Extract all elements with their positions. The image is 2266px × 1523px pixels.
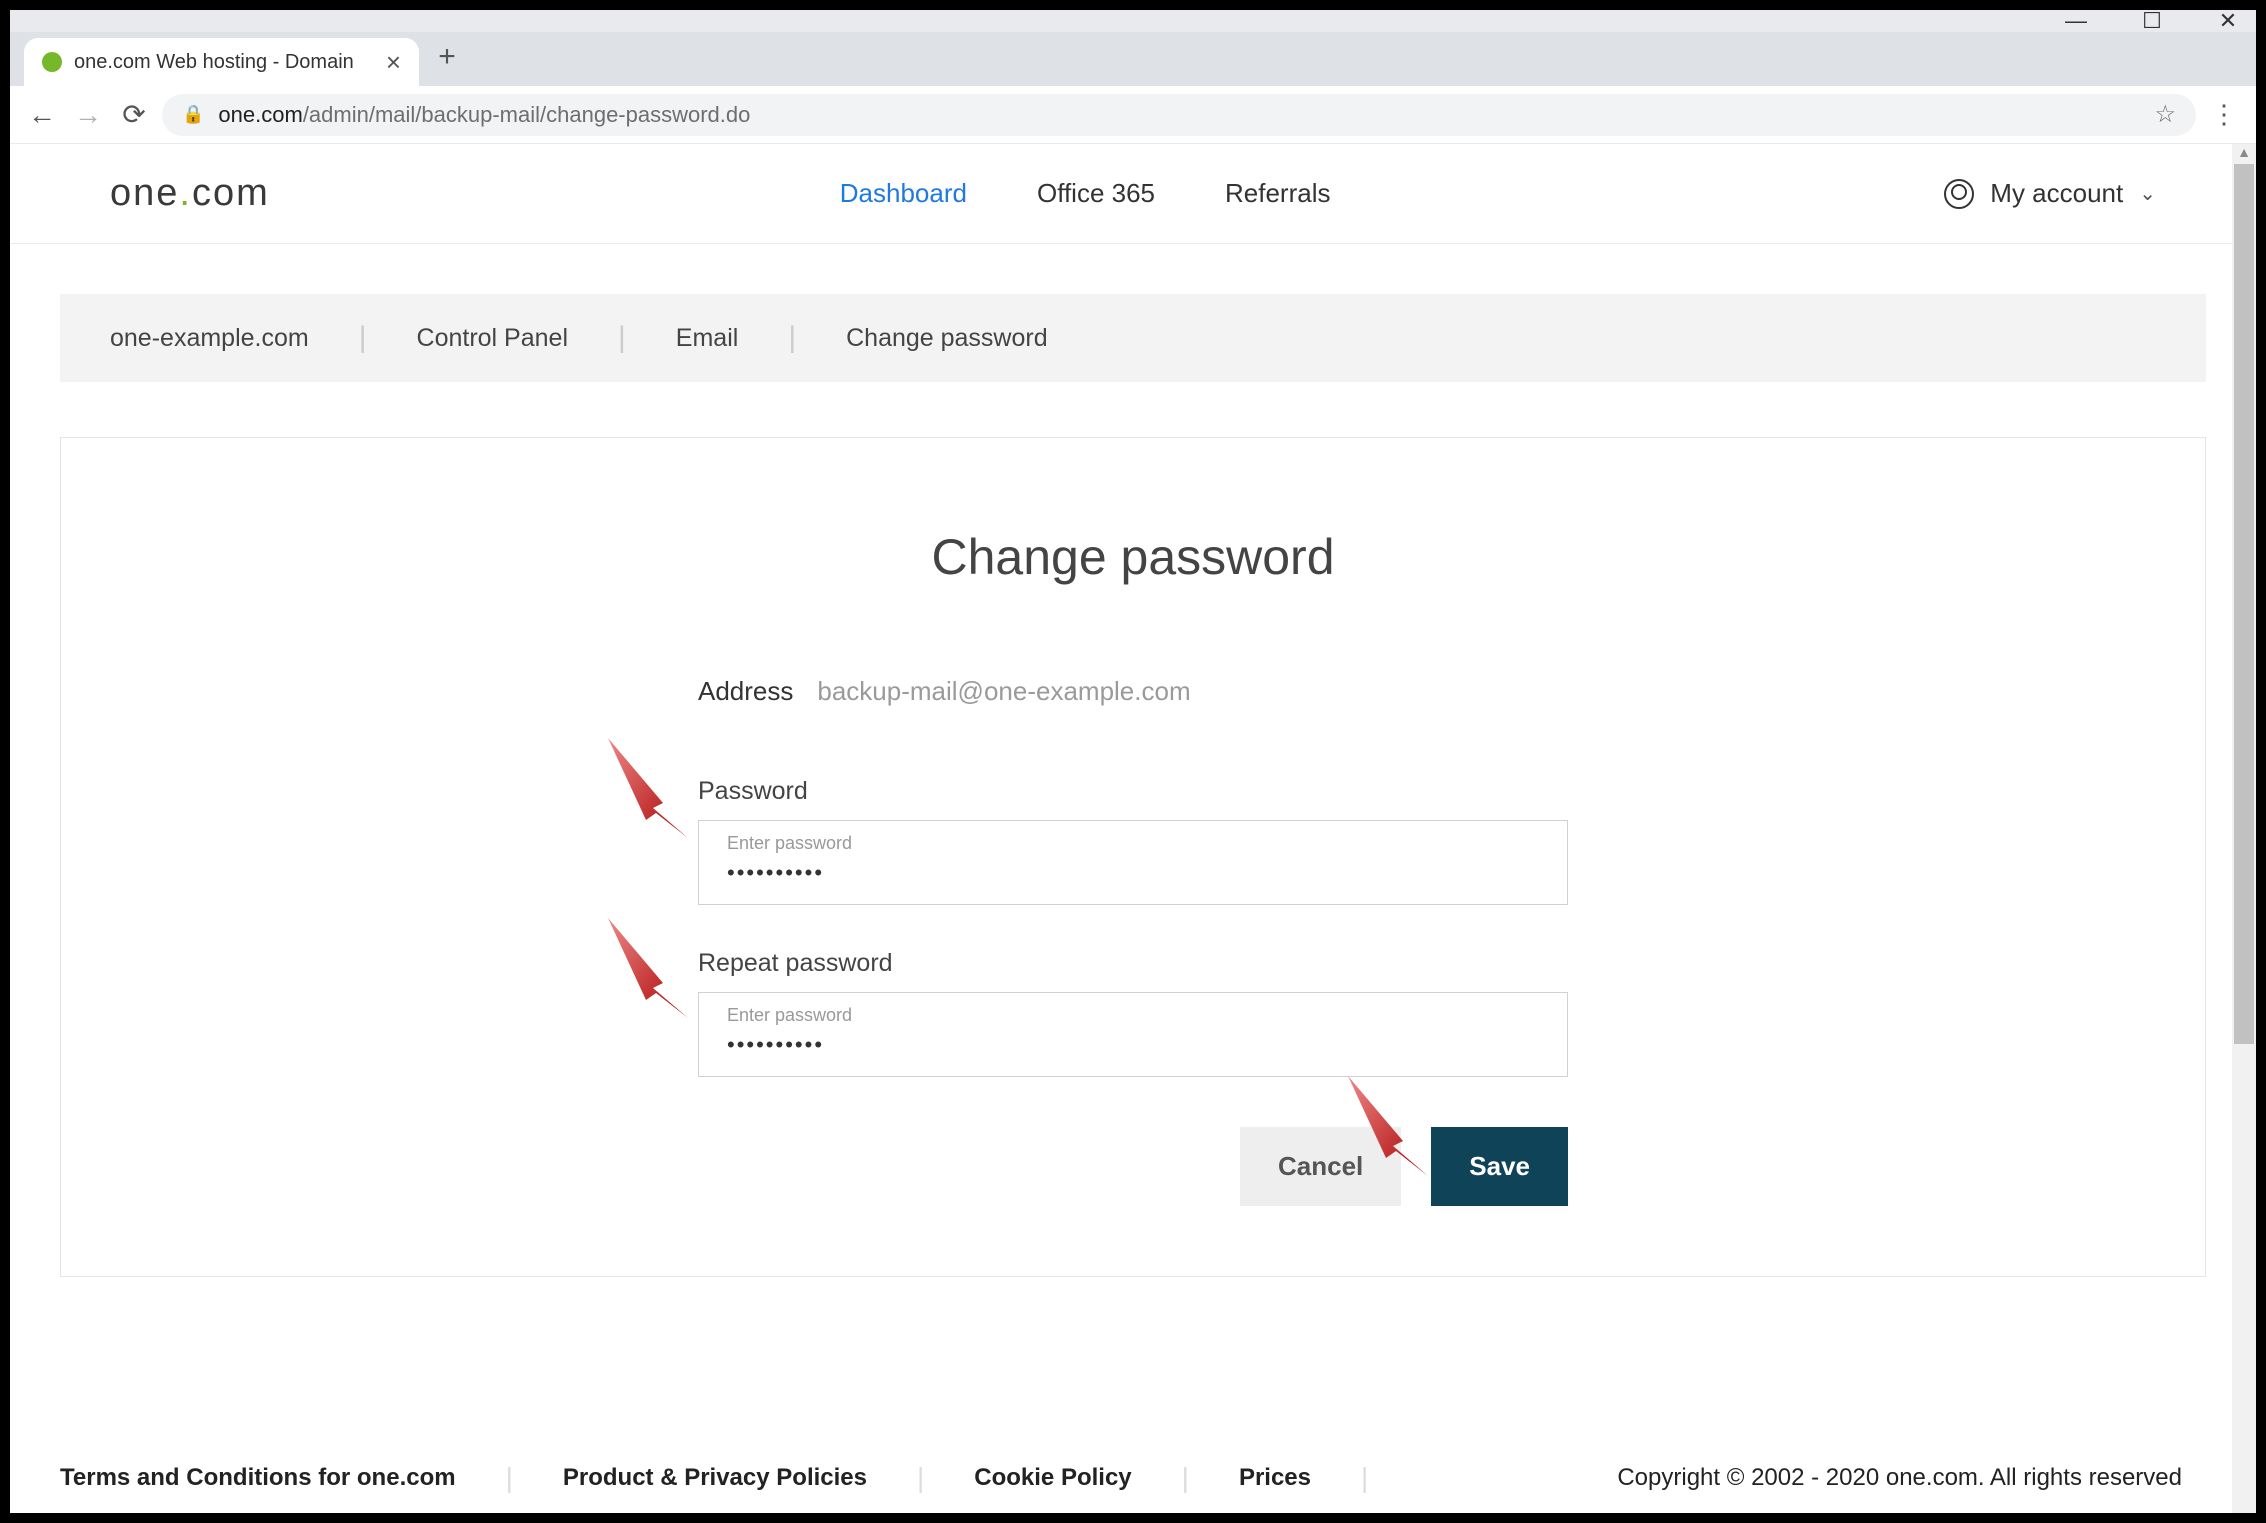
tab-title: one.com Web hosting - Domain (74, 51, 354, 74)
back-button[interactable]: ← (24, 99, 60, 131)
save-button[interactable]: Save (1431, 1127, 1568, 1206)
password-input[interactable] (727, 860, 1539, 886)
page-title: Change password (61, 528, 2205, 586)
password-floating-label: Enter password (727, 833, 1539, 854)
url-text: one.com/admin/mail/backup-mail/change-pa… (218, 102, 2140, 128)
site-header: one.com Dashboard Office 365 Referrals M… (10, 144, 2256, 244)
nav-dashboard[interactable]: Dashboard (840, 178, 967, 209)
address-label: Address (698, 676, 793, 707)
scrollbar-thumb[interactable] (2234, 164, 2254, 1044)
address-row: Address backup-mail@one-example.com (698, 676, 1568, 707)
footer-terms[interactable]: Terms and Conditions for one.com (60, 1464, 456, 1492)
footer-privacy[interactable]: Product & Privacy Policies (563, 1464, 867, 1492)
breadcrumb: one-example.com | Control Panel | Email … (60, 294, 2206, 382)
bookmark-star-icon[interactable]: ☆ (2154, 100, 2176, 129)
site-logo[interactable]: one.com (110, 172, 270, 215)
main-nav: Dashboard Office 365 Referrals (840, 178, 1331, 209)
chevron-down-icon: ⌄ (2139, 181, 2156, 206)
lock-icon: 🔒 (182, 104, 204, 125)
browser-menu-button[interactable]: ⋮ (2206, 99, 2242, 130)
window-titlebar: — ☐ ✕ (10, 10, 2256, 32)
repeat-password-label: Repeat password (698, 949, 1568, 978)
annotation-arrow-icon (608, 738, 688, 838)
footer-cookie[interactable]: Cookie Policy (974, 1464, 1131, 1492)
tab-favicon (42, 52, 62, 72)
forward-button[interactable]: → (70, 99, 106, 131)
change-password-card: Change password Address backup-mail@one-… (60, 437, 2206, 1277)
account-menu[interactable]: My account ⌄ (1944, 178, 2156, 209)
site-footer: Terms and Conditions for one.com | Produ… (10, 1443, 2232, 1513)
browser-tab[interactable]: one.com Web hosting - Domain × (24, 38, 419, 86)
footer-copyright: Copyright © 2002 - 2020 one.com. All rig… (1617, 1464, 2182, 1492)
breadcrumb-control-panel[interactable]: Control Panel (417, 324, 568, 353)
repeat-password-floating-label: Enter password (727, 1005, 1539, 1026)
address-value: backup-mail@one-example.com (817, 676, 1190, 707)
nav-office365[interactable]: Office 365 (1037, 178, 1155, 209)
browser-toolbar: ← → ⟳ 🔒 one.com/admin/mail/backup-mail/c… (10, 86, 2256, 144)
cancel-button[interactable]: Cancel (1240, 1127, 1401, 1206)
reload-button[interactable]: ⟳ (116, 98, 152, 131)
repeat-password-input-wrapper: Enter password (698, 992, 1568, 1077)
new-tab-button[interactable]: + (427, 40, 467, 78)
breadcrumb-email[interactable]: Email (676, 324, 739, 353)
user-icon (1944, 179, 1974, 209)
window-maximize-button[interactable]: ☐ (2132, 10, 2172, 34)
scrollbar[interactable]: ▲ (2232, 144, 2256, 1513)
footer-prices[interactable]: Prices (1239, 1464, 1311, 1492)
nav-referrals[interactable]: Referrals (1225, 178, 1330, 209)
password-label: Password (698, 777, 1568, 806)
page-viewport: one.com Dashboard Office 365 Referrals M… (10, 144, 2256, 1513)
window-close-button[interactable]: ✕ (2208, 10, 2248, 34)
button-row: Cancel Save (698, 1127, 1568, 1206)
breadcrumb-change-password: Change password (846, 324, 1048, 353)
tab-close-icon[interactable]: × (386, 47, 401, 78)
password-input-wrapper: Enter password (698, 820, 1568, 905)
breadcrumb-domain[interactable]: one-example.com (110, 324, 309, 353)
address-bar[interactable]: 🔒 one.com/admin/mail/backup-mail/change-… (162, 94, 2196, 136)
annotation-arrow-icon (608, 918, 688, 1018)
account-label: My account (1990, 178, 2123, 209)
repeat-password-input[interactable] (727, 1032, 1539, 1058)
window-minimize-button[interactable]: — (2056, 10, 2096, 34)
scrollbar-up-icon[interactable]: ▲ (2232, 144, 2256, 164)
browser-tabstrip: one.com Web hosting - Domain × + (10, 32, 2256, 86)
